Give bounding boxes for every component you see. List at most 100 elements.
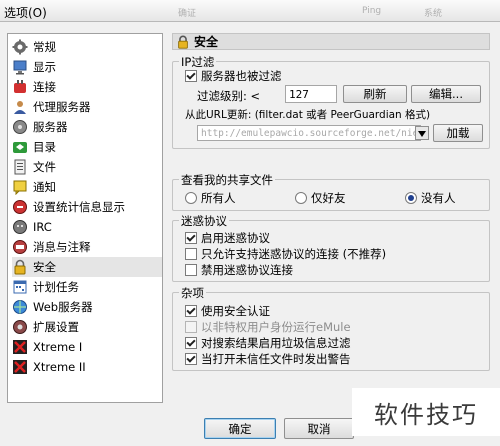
sidebar-item-label: 常规 bbox=[33, 40, 56, 54]
section-title: 安全 bbox=[194, 35, 219, 49]
disable-obfuscation-checkbox[interactable] bbox=[185, 264, 197, 276]
lock-icon bbox=[176, 35, 190, 49]
enable-obfuscation-checkbox[interactable] bbox=[185, 232, 197, 244]
server-filter-checkbox-row[interactable]: 服务器也被过滤 bbox=[185, 68, 282, 84]
filter-level-input[interactable]: 127 bbox=[285, 85, 337, 103]
server-filter-checkbox[interactable] bbox=[185, 70, 197, 82]
sidebar-item-label: IRC bbox=[33, 220, 52, 234]
watermark: 软件技巧 bbox=[352, 388, 500, 436]
radio-button[interactable] bbox=[295, 192, 307, 204]
sidebar-item-statistics[interactable]: 设置统计信息显示 bbox=[12, 197, 162, 217]
dialog-body: 常规 显示 连接 代理服务器 服务器 目录 文件 通知 设置统计信息显示 IRC… bbox=[0, 22, 500, 446]
security-panel: 安全 IP过滤 服务器也被过滤 过滤级别: < 127 刷新 编辑... 从此U… bbox=[172, 33, 490, 403]
run-unprivileged-checkbox bbox=[185, 321, 197, 333]
radio-friends[interactable]: 仅好友 bbox=[295, 190, 346, 206]
messages-icon bbox=[12, 239, 28, 255]
ghost-text: Ping bbox=[362, 6, 382, 16]
sidebar-item-extended[interactable]: 扩展设置 bbox=[12, 317, 162, 337]
radio-nobody[interactable]: 没有人 bbox=[405, 190, 456, 206]
group-title: 迷惑协议 bbox=[179, 213, 229, 229]
sidebar-item-server[interactable]: 服务器 bbox=[12, 117, 162, 137]
sidebar-item-label: 扩展设置 bbox=[33, 320, 79, 334]
sidebar-item-label: Xtreme I bbox=[33, 340, 83, 354]
sidebar-item-directory[interactable]: 目录 bbox=[12, 137, 162, 157]
irc-icon bbox=[12, 219, 28, 235]
only-obfuscated-row[interactable]: 只允许支持迷惑协议的连接 (不推荐) bbox=[185, 246, 386, 262]
radio-button[interactable] bbox=[405, 192, 417, 204]
window-title: 选项(O) bbox=[4, 6, 47, 20]
sidebar-item-label: Xtreme II bbox=[33, 360, 86, 374]
secure-ident-checkbox[interactable] bbox=[185, 305, 197, 317]
sidebar-item-xtreme-2[interactable]: Xtreme II bbox=[12, 357, 162, 377]
sidebar-item-irc[interactable]: IRC bbox=[12, 217, 162, 237]
checkbox-label: 服务器也被过滤 bbox=[201, 69, 282, 83]
cancel-button[interactable]: 取消 bbox=[284, 418, 354, 439]
title-bar: 选项(O) 确证 Ping 系统 bbox=[0, 0, 500, 22]
scheduler-icon bbox=[12, 279, 28, 295]
lock-icon bbox=[12, 259, 28, 275]
secure-ident-row[interactable]: 使用安全认证 bbox=[185, 303, 270, 319]
radio-everyone[interactable]: 所有人 bbox=[185, 190, 236, 206]
ok-button[interactable]: 确定 bbox=[204, 418, 276, 439]
xtreme-icon bbox=[12, 359, 28, 375]
spam-filter-checkbox[interactable] bbox=[185, 337, 197, 349]
sidebar-item-label: 通知 bbox=[33, 180, 56, 194]
update-url-input[interactable]: http://emulepawcio.sourceforge.net/nieuw… bbox=[197, 125, 421, 141]
run-unprivileged-row: 以非特权用户身份运行eMule bbox=[185, 319, 351, 335]
ghost-text: 系统 bbox=[424, 9, 443, 19]
sidebar-item-label: 代理服务器 bbox=[33, 100, 91, 114]
url-dropdown-button[interactable] bbox=[415, 126, 429, 140]
sidebar-item-proxy[interactable]: 代理服务器 bbox=[12, 97, 162, 117]
general-icon bbox=[12, 39, 28, 55]
sidebar-item-files[interactable]: 文件 bbox=[12, 157, 162, 177]
sidebar-item-label: 设置统计信息显示 bbox=[33, 200, 125, 214]
group-title: 查看我的共享文件 bbox=[179, 172, 275, 188]
sidebar-item-label: 安全 bbox=[33, 260, 56, 274]
group-title: 杂项 bbox=[179, 285, 206, 301]
spam-filter-row[interactable]: 对搜索结果启用垃圾信息过滤 bbox=[185, 335, 351, 351]
only-obfuscated-checkbox[interactable] bbox=[185, 248, 197, 260]
update-url-label: 从此URL更新: (filter.dat 或者 PeerGuardian 格式) bbox=[185, 109, 431, 121]
sidebar-item-label: 连接 bbox=[33, 80, 56, 94]
untrusted-warning-checkbox[interactable] bbox=[185, 353, 197, 365]
ghost-text: 确证 bbox=[178, 9, 197, 19]
sidebar-item-messages[interactable]: 消息与注释 bbox=[12, 237, 162, 257]
sidebar-item-label: 显示 bbox=[33, 60, 56, 74]
extended-icon bbox=[12, 319, 28, 335]
xtreme-icon bbox=[12, 339, 28, 355]
enable-obfuscation-row[interactable]: 启用迷惑协议 bbox=[185, 230, 270, 246]
misc-group: 杂项 使用安全认证 以非特权用户身份运行eMule 对搜索结果启用垃圾信息过滤 … bbox=[172, 285, 490, 371]
untrusted-warning-row[interactable]: 当打开未信任文件时发出警告 bbox=[185, 351, 351, 367]
load-button[interactable]: 加载 bbox=[433, 124, 483, 142]
obfuscation-group: 迷惑协议 启用迷惑协议 只允许支持迷惑协议的连接 (不推荐) 禁用迷惑协议连接 bbox=[172, 213, 490, 282]
sidebar-item-label: 消息与注释 bbox=[33, 240, 91, 254]
section-header: 安全 bbox=[172, 33, 490, 50]
sidebar-item-notification[interactable]: 通知 bbox=[12, 177, 162, 197]
sidebar-item-label: 文件 bbox=[33, 160, 56, 174]
sidebar-item-display[interactable]: 显示 bbox=[12, 57, 162, 77]
sidebar-item-connection[interactable]: 连接 bbox=[12, 77, 162, 97]
disable-obfuscation-row[interactable]: 禁用迷惑协议连接 bbox=[185, 262, 293, 278]
sidebar-item-label: 目录 bbox=[33, 140, 56, 154]
server-icon bbox=[12, 119, 28, 135]
sidebar-item-general[interactable]: 常规 bbox=[12, 37, 162, 57]
webserver-icon bbox=[12, 299, 28, 315]
sidebar-item-security[interactable]: 安全 bbox=[12, 257, 162, 277]
directory-icon bbox=[12, 139, 28, 155]
chevron-down-icon bbox=[418, 127, 426, 140]
filter-level-label: 过滤级别: < bbox=[197, 89, 261, 103]
sidebar-item-scheduler[interactable]: 计划任务 bbox=[12, 277, 162, 297]
sidebar-item-label: 计划任务 bbox=[33, 280, 79, 294]
sidebar-item-xtreme-1[interactable]: Xtreme I bbox=[12, 337, 162, 357]
sidebar-item-webserver[interactable]: Web服务器 bbox=[12, 297, 162, 317]
files-icon bbox=[12, 159, 28, 175]
edit-button[interactable]: 编辑... bbox=[411, 85, 481, 103]
proxy-icon bbox=[12, 99, 28, 115]
statistics-icon bbox=[12, 199, 28, 215]
connection-icon bbox=[12, 79, 28, 95]
sidebar-item-label: Web服务器 bbox=[33, 300, 93, 314]
radio-button[interactable] bbox=[185, 192, 197, 204]
options-sidebar: 常规 显示 连接 代理服务器 服务器 目录 文件 通知 设置统计信息显示 IRC… bbox=[7, 33, 163, 403]
sidebar-item-label: 服务器 bbox=[33, 120, 68, 134]
refresh-button[interactable]: 刷新 bbox=[343, 85, 407, 103]
